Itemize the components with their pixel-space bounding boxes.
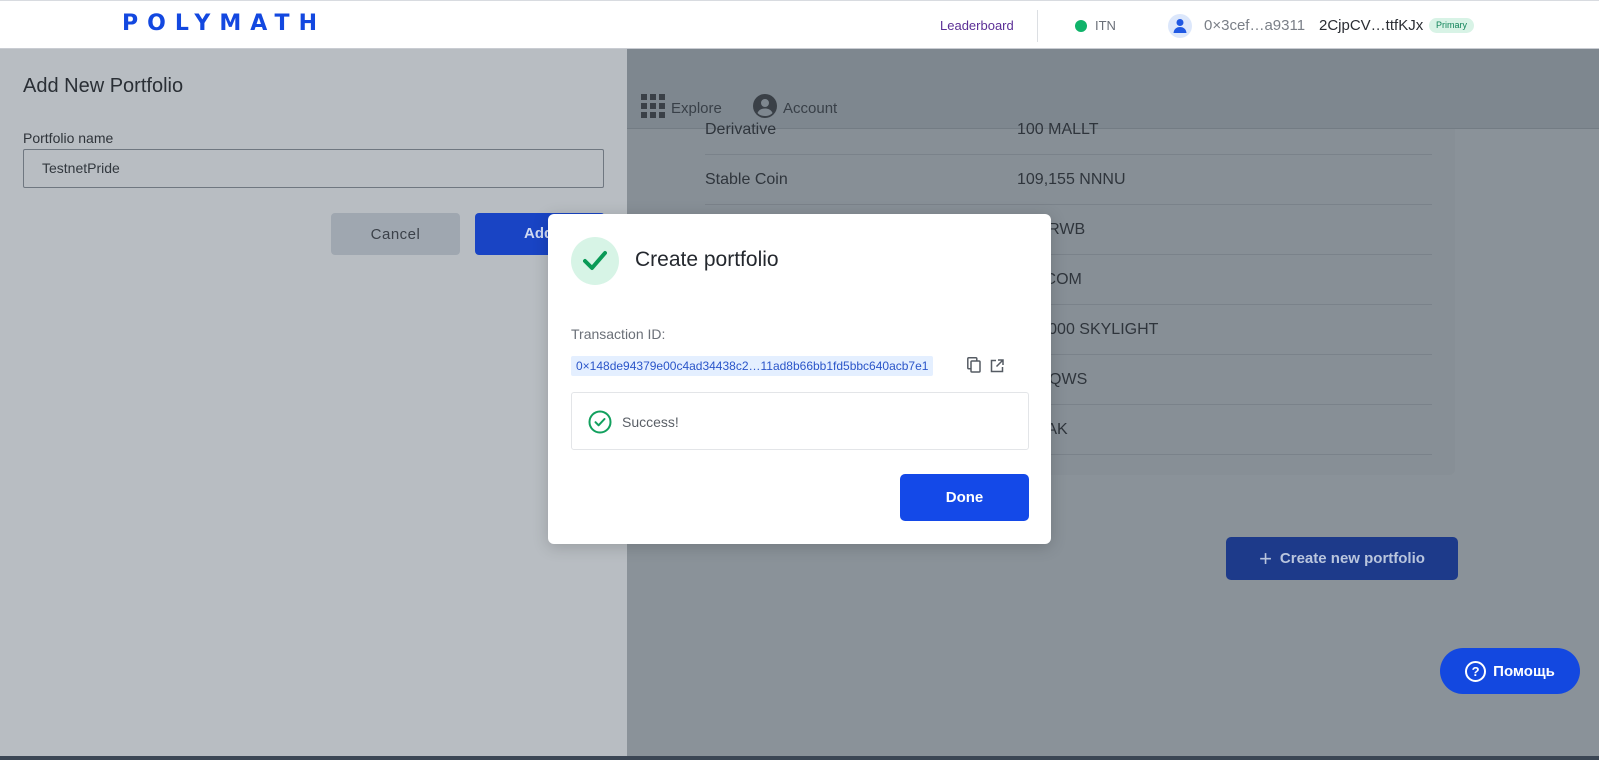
grid-icon xyxy=(641,94,665,122)
help-label: Помощь xyxy=(1493,662,1555,680)
portfolio-balance: 100 MALLT xyxy=(1017,121,1099,138)
portfolio-name: Derivative xyxy=(705,121,777,138)
table-row[interactable]: Derivative 100 MALLT xyxy=(705,105,1432,155)
create-new-portfolio-button[interactable]: + Create new portfolio xyxy=(1226,537,1458,580)
success-check-icon xyxy=(571,237,619,285)
drawer-title: Add New Portfolio xyxy=(23,75,184,97)
external-link-icon[interactable] xyxy=(990,359,1004,378)
cancel-button[interactable]: Cancel xyxy=(331,213,460,255)
plus-icon: + xyxy=(1259,545,1272,571)
portfolio-name-input[interactable]: TestnetPride xyxy=(23,149,604,188)
user-icon[interactable] xyxy=(1168,14,1192,38)
done-button[interactable]: Done xyxy=(900,474,1029,521)
portfolio-name: Stable Coin xyxy=(705,171,788,188)
copy-icon[interactable] xyxy=(967,357,981,378)
network-status-icon xyxy=(1075,20,1087,32)
network-label[interactable]: ITN xyxy=(1095,18,1116,33)
status-message: Success! xyxy=(571,392,1029,450)
dialog-title: Create portfolio xyxy=(635,248,779,271)
create-portfolio-dialog: Create portfolio Transaction ID: 0×148de… xyxy=(548,214,1051,544)
status-text: Success! xyxy=(622,414,679,430)
leaderboard-link[interactable]: Leaderboard xyxy=(940,18,1014,33)
bottom-edge xyxy=(0,756,1599,760)
check-circle-icon xyxy=(588,410,612,439)
help-button[interactable]: ? Помощь xyxy=(1440,648,1580,694)
account-key[interactable]: 2CjpCV…ttfKJx xyxy=(1319,17,1423,34)
account-address[interactable]: 0×3cef…a9311 xyxy=(1204,17,1305,34)
transaction-id-value[interactable]: 0×148de94379e00c4ad34438c2…11ad8b66bb1fd… xyxy=(571,356,934,376)
top-header: POLYMATH Leaderboard ITN 0×3cef…a9311 2C… xyxy=(0,0,1599,49)
add-portfolio-drawer: Add New Portfolio Portfolio name Testnet… xyxy=(0,49,627,760)
primary-badge: Primary xyxy=(1429,18,1474,33)
portfolio-name-label: Portfolio name xyxy=(23,130,114,146)
transaction-id-label: Transaction ID: xyxy=(571,326,666,342)
create-new-portfolio-label: Create new portfolio xyxy=(1279,550,1425,567)
portfolio-balance: 109,155 NNNU xyxy=(1017,171,1126,188)
polymath-logo[interactable]: POLYMATH xyxy=(122,11,326,36)
header-divider xyxy=(1037,10,1038,42)
table-row[interactable]: Stable Coin 109,155 NNNU xyxy=(705,155,1432,205)
question-icon: ? xyxy=(1465,660,1487,682)
